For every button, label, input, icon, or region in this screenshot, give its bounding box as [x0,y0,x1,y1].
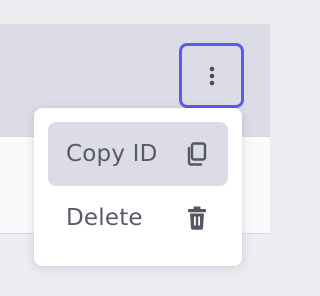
more-options-button[interactable] [179,43,244,108]
menu-item-label: Copy ID [66,141,158,167]
menu-item-delete[interactable]: Delete [48,186,228,250]
menu-item-copy-id[interactable]: Copy ID [48,122,228,186]
page: Copy ID Delete [0,0,270,296]
trash-icon [184,205,210,231]
context-menu: Copy ID Delete [34,108,242,266]
copy-icon [184,141,210,167]
kebab-vertical-icon [209,66,215,86]
menu-item-label: Delete [66,205,143,231]
